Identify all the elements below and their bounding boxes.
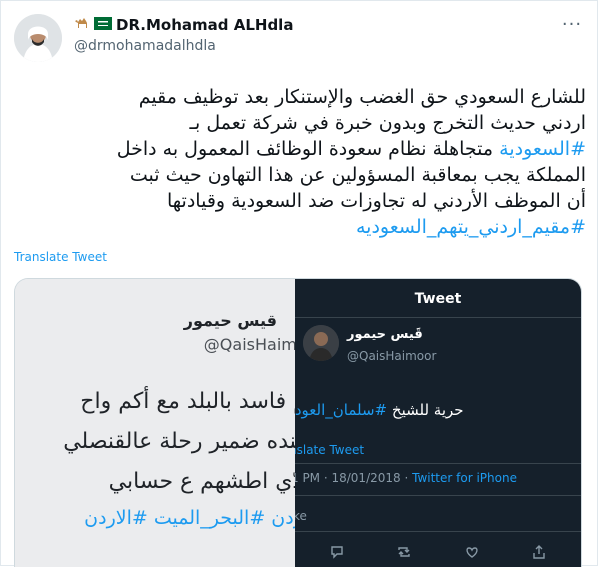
media-left-screenshot: قيس حيمور @QaisHaimoor ذ كم فاسد بالبلد … [15,279,295,567]
tweet-text: للشارع السعودي حق الغضب والإستنكار بعد ت… [10,84,586,240]
left-screenshot-hashtags: الاردن #البحر_الميت #الاردن [84,507,295,529]
retweet-icon [393,541,415,563]
translate-tweet-link[interactable]: Translate Tweet [14,250,107,264]
media-right-screenshot: Tweet قَيس حيمور @QaisHaimoor حرية للشيخ… [295,279,581,567]
author-display-name: DR.Mohamad ALHdla [116,16,294,34]
right-screenshot-avatar [303,325,339,361]
right-screenshot-meta: 1 PM · 18/01/2018 · Twitter for iPhone [295,471,517,485]
hashtag-resident-link[interactable]: #مقيم_اردني_يتهم_السعوديه [356,216,586,238]
left-screenshot-text-line: بة بدّي اطشهم ع حسابي [108,469,295,494]
divider [295,317,581,318]
tweet-line: اردني حديث التخرج وبدون خبرة في شركة تعم… [189,112,586,134]
tweet-media[interactable]: قيس حيمور @QaisHaimoor ذ كم فاسد بالبلد … [14,278,582,567]
tweet-line: المملكة يجب بمعاقبة المسؤولين عن هذا الت… [129,164,586,186]
tweet-line: #مقيم_اردني_يتهم_السعوديه [10,214,586,240]
left-screenshot-text-line: ما عنده ضمير رحلة عالقنصلي [63,429,295,454]
right-screenshot-name: قَيس حيمور [347,327,423,342]
author-handle[interactable]: @drmohamadalhdla [74,38,216,54]
tweet-line: للشارع السعودي حق الغضب والإستنكار بعد ت… [138,86,586,108]
right-screenshot-likes: ke [295,509,307,523]
right-screenshot-actions [295,541,581,563]
right-screenshot-handle: @QaisHaimoor [347,349,437,363]
share-icon [528,541,550,563]
left-screenshot-text-line: ذ كم فاسد بالبلد مع أكم واح [80,389,295,414]
left-screenshot-handle: @QaisHaimoor [203,335,295,354]
divider [295,531,581,532]
right-screenshot-title: Tweet [414,291,462,307]
reply-icon [326,541,348,563]
like-icon [461,541,483,563]
divider [295,495,581,496]
author-avatar-image [14,14,62,62]
more-options-icon[interactable]: ··· [560,12,584,36]
right-screenshot-translate: nslate Tweet [295,443,365,457]
author-name-row[interactable]: DR.Mohamad ALHdla [74,16,293,34]
divider [295,463,581,464]
tweet-line: #السعودية متجاهلة نظام سعودة الوظائف الم… [10,136,586,162]
right-screenshot-text: حرية للشيخ #سلمان_العودة [295,401,464,419]
camel-emoji-icon [74,16,90,34]
saudi-flag-icon [94,16,112,34]
hashtag-saudi-link[interactable]: #السعودية [499,138,586,160]
right-screenshot-time: 1 PM · 18/01/2018 · [295,471,413,485]
right-screenshot-text-prefix: حرية للشيخ [387,401,464,419]
right-screenshot-hashtag: #سلمان_العودة [295,401,388,419]
right-screenshot-source: Twitter for iPhone [412,471,517,485]
tweet-line: أن الموظف الأردني له تجاوزات ضد السعودية… [167,190,586,212]
left-screenshot-name: قيس حيمور [183,311,277,330]
author-avatar[interactable] [14,14,62,62]
tweet-line-text: متجاهلة نظام سعودة الوظائف المعمول به دا… [116,138,500,160]
